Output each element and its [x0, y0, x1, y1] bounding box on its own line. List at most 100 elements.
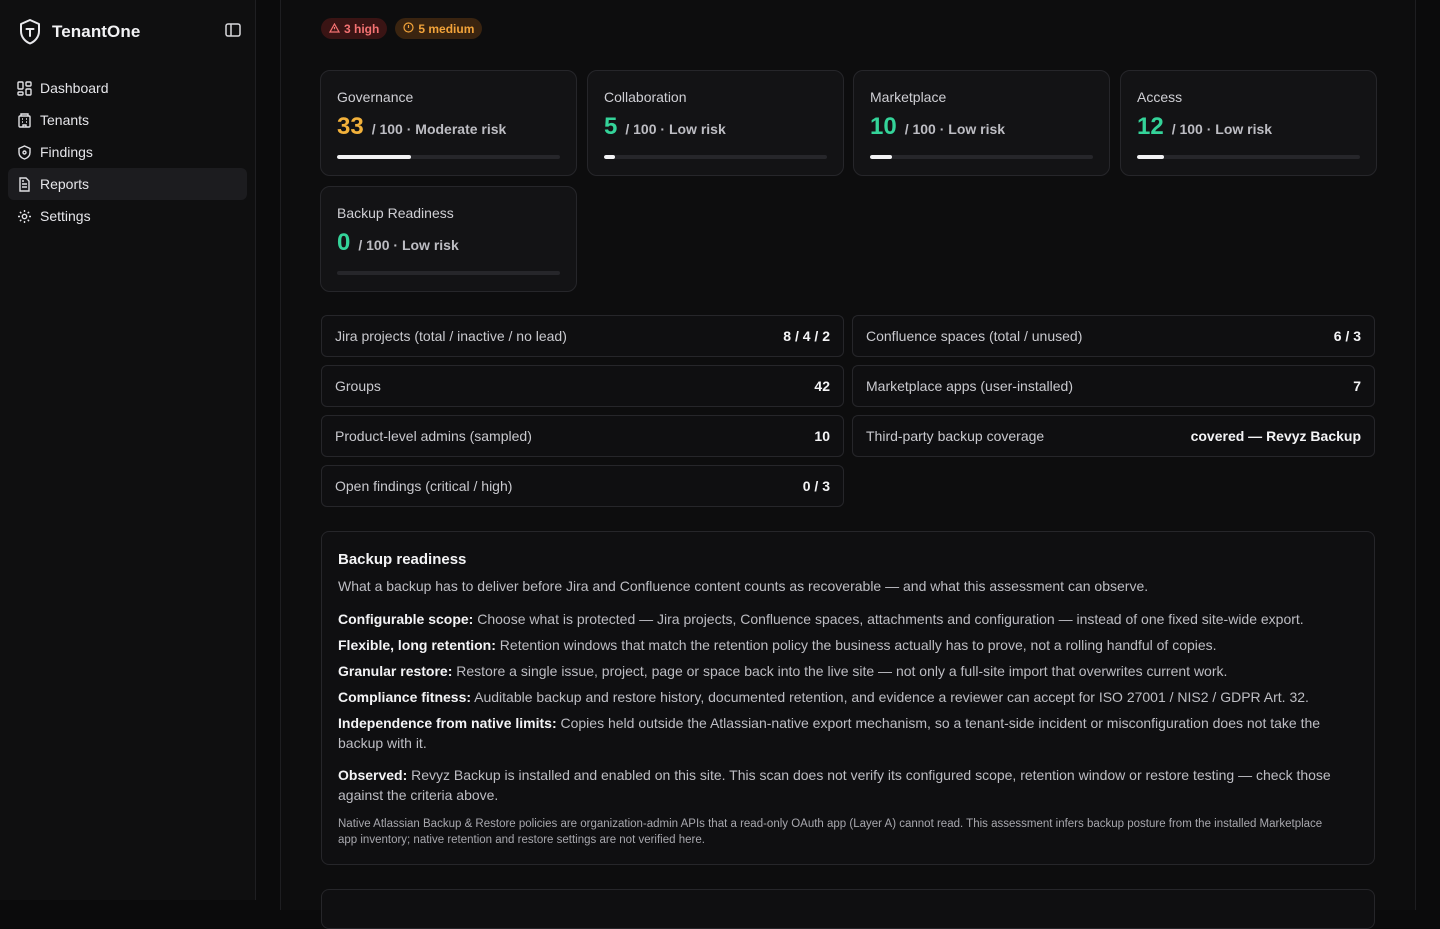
score-meta: / 100 · Low risk	[358, 237, 459, 253]
stat-value: 7	[1353, 378, 1361, 394]
stat-backup-coverage: Third-party backup coverage covered — Re…	[852, 415, 1375, 457]
criterion-term: Compliance fitness:	[338, 689, 472, 705]
score-progress-bar	[604, 155, 827, 159]
stat-value: 0 / 3	[802, 478, 830, 494]
observed-statement: Observed: Revyz Backup is installed and …	[338, 765, 1358, 805]
panel-footnote: Native Atlassian Backup & Restore polici…	[338, 818, 1323, 846]
alert-circle-icon	[403, 21, 414, 36]
stat-label: Product-level admins (sampled)	[335, 428, 532, 444]
criterion-independence: Independence from native limits: Copies …	[338, 713, 1358, 753]
score-progress-fill	[870, 155, 893, 159]
score-card-collaboration[interactable]: Collaboration 5 / 100 · Low risk	[587, 70, 844, 176]
score-meta: / 100 · Low risk	[625, 121, 726, 137]
sidebar: TenantOne Dashboard Tenants Findings Rep…	[0, 0, 256, 900]
gear-icon	[16, 208, 32, 224]
stat-value: covered — Revyz Backup	[1190, 428, 1361, 444]
stat-label: Open findings (critical / high)	[335, 478, 513, 494]
score-card-marketplace[interactable]: Marketplace 10 / 100 · Low risk	[853, 70, 1110, 176]
criterion-configurable-scope: Configurable scope: Choose what is prote…	[338, 609, 1358, 629]
score-progress-bar	[870, 155, 1093, 159]
criterion-term: Observed:	[338, 767, 408, 783]
score-progress-bar	[337, 271, 560, 275]
panel-left-icon	[225, 22, 241, 42]
stat-value: 6 / 3	[1333, 328, 1361, 344]
score-value: 5	[604, 113, 618, 140]
panel-title: Backup readiness	[338, 551, 467, 568]
score-card-label: Governance	[337, 89, 414, 105]
score-value: 10	[870, 113, 897, 140]
stat-confluence-spaces: Confluence spaces (total / unused) 6 / 3	[852, 315, 1375, 357]
stat-value: 42	[814, 378, 830, 394]
stat-label: Third-party backup coverage	[866, 428, 1045, 444]
building-icon	[16, 112, 32, 128]
sidebar-nav: Dashboard Tenants Findings Reports Setti…	[8, 72, 247, 232]
medium-count-label: 5 medium	[418, 21, 475, 36]
score-card-access[interactable]: Access 12 / 100 · Low risk	[1120, 70, 1377, 176]
warning-triangle-icon	[328, 22, 341, 36]
sidebar-item-label: Settings	[40, 208, 91, 224]
score-progress-bar	[337, 155, 560, 159]
criterion-text: Choose what is protected — Jira projects…	[473, 611, 1304, 627]
criterion-text: Auditable backup and restore history, do…	[471, 689, 1309, 705]
score-progress-bar	[1137, 155, 1360, 159]
brand[interactable]: TenantOne	[18, 18, 140, 46]
score-card-backup-readiness[interactable]: Backup Readiness 0 / 100 · Low risk	[320, 186, 577, 292]
score-value: 12	[1137, 113, 1164, 140]
criterion-term: Granular restore:	[338, 663, 453, 679]
score-progress-fill	[604, 155, 616, 159]
stat-open-findings: Open findings (critical / high) 0 / 3	[321, 465, 844, 507]
stat-jira-projects: Jira projects (total / inactive / no lea…	[321, 315, 844, 357]
criterion-term: Configurable scope:	[338, 611, 474, 627]
score-value: 33	[337, 113, 364, 140]
criterion-text: Revyz Backup is installed and enabled on…	[338, 767, 1331, 803]
criterion-term: Independence from native limits:	[338, 715, 557, 731]
shield-icon	[16, 144, 32, 160]
sidebar-item-label: Findings	[40, 144, 93, 160]
criterion-term: Flexible, long retention:	[338, 637, 496, 653]
sidebar-item-label: Reports	[40, 176, 90, 192]
medium-severity-badge[interactable]: 5 medium	[395, 18, 483, 39]
sidebar-item-dashboard[interactable]: Dashboard	[8, 72, 247, 104]
stat-marketplace-apps: Marketplace apps (user-installed) 7	[852, 365, 1375, 407]
score-card-governance[interactable]: Governance 33 / 100 · Moderate risk	[320, 70, 577, 176]
criterion-compliance: Compliance fitness: Auditable backup and…	[338, 687, 1358, 707]
app-name: TenantOne	[52, 22, 141, 41]
sidebar-item-tenants[interactable]: Tenants	[8, 104, 247, 136]
stat-label: Jira projects (total / inactive / no lea…	[335, 328, 567, 344]
sidebar-item-label: Tenants	[40, 112, 90, 128]
high-severity-badge[interactable]: 3 high	[321, 18, 388, 39]
score-progress-fill	[1137, 155, 1164, 159]
criterion-text: Restore a single issue, project, page or…	[452, 663, 1228, 679]
score-card-label: Collaboration	[604, 89, 687, 105]
stat-product-admins: Product-level admins (sampled) 10	[321, 415, 844, 457]
criterion-retention: Flexible, long retention: Retention wind…	[338, 635, 1358, 655]
stat-label: Confluence spaces (total / unused)	[866, 328, 1083, 344]
criterion-granular-restore: Granular restore: Restore a single issue…	[338, 661, 1358, 681]
stat-groups: Groups 42	[321, 365, 844, 407]
document-icon	[16, 176, 32, 192]
score-progress-fill	[337, 155, 411, 159]
dashboard-icon	[16, 80, 32, 96]
backup-readiness-panel: Backup readiness What a backup has to de…	[321, 531, 1375, 865]
stat-label: Groups	[335, 378, 381, 394]
severity-badges: 3 high 5 medium	[321, 18, 483, 39]
sidebar-item-label: Dashboard	[40, 80, 109, 96]
score-meta: / 100 · Moderate risk	[371, 121, 507, 137]
high-count-label: 3 high	[344, 21, 380, 36]
sidebar-item-settings[interactable]: Settings	[8, 200, 247, 232]
score-meta: / 100 · Low risk	[1171, 121, 1273, 137]
sidebar-item-reports[interactable]: Reports	[8, 168, 247, 200]
score-meta: / 100 · Low risk	[904, 121, 1006, 137]
stat-value: 8 / 4 / 2	[783, 328, 830, 344]
criterion-text: Retention windows that match the retenti…	[495, 637, 1217, 653]
score-card-label: Marketplace	[870, 89, 947, 105]
stat-value: 10	[814, 428, 830, 444]
sidebar-toggle-button[interactable]	[222, 22, 244, 42]
score-value: 0	[337, 229, 351, 256]
panel-description: What a backup has to deliver before Jira…	[338, 578, 1149, 594]
stat-label: Marketplace apps (user-installed)	[866, 378, 1073, 394]
score-card-label: Backup Readiness	[337, 205, 454, 221]
sidebar-item-findings[interactable]: Findings	[8, 136, 247, 168]
score-card-label: Access	[1137, 89, 1183, 105]
next-panel	[321, 889, 1375, 929]
